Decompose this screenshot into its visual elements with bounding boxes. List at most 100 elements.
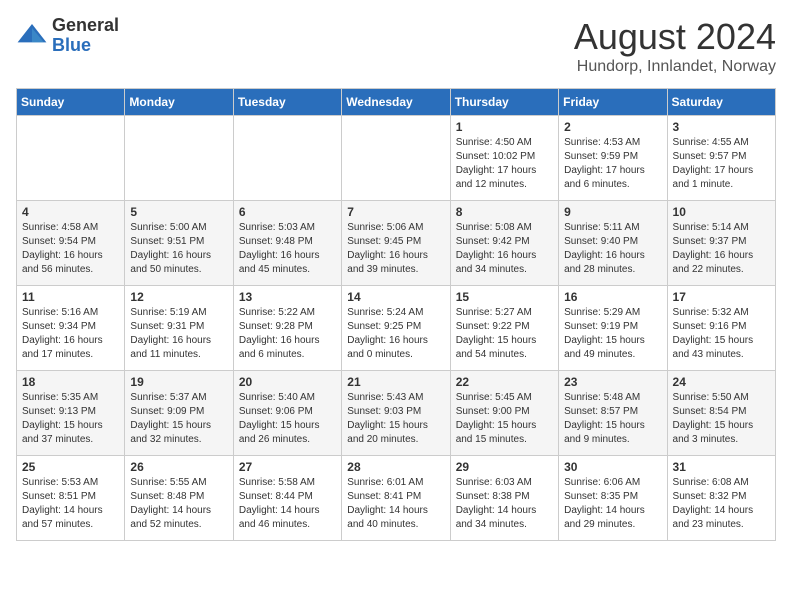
calendar-day-31: 31 Sunrise: 6:08 AM Sunset: 8:32 PM Dayli… (667, 456, 775, 541)
day-info: Sunrise: 6:03 AM Sunset: 8:38 PM Dayligh… (456, 476, 553, 532)
logo: General Blue (16, 16, 119, 56)
day-number: 6 (239, 205, 336, 219)
calendar-day-16: 16 Sunrise: 5:29 AM Sunset: 9:19 PM Dayli… (559, 286, 667, 371)
weekday-header-wednesday: Wednesday (342, 89, 450, 116)
calendar-day-9: 9Sunrise: 5:11 AM Sunset: 9:40 PM Daylig… (559, 201, 667, 286)
weekday-header-thursday: Thursday (450, 89, 558, 116)
calendar-week-row-3: 11Sunrise: 5:16 AM Sunset: 9:34 PM Dayli… (17, 286, 776, 371)
day-info: Sunrise: 4:55 AM Sunset: 9:57 PM Dayligh… (673, 136, 770, 192)
calendar-week-row-1: 1 Sunrise: 4:50 AM Sunset: 10:02 PM Dayli… (17, 116, 776, 201)
calendar-day-5: 5 Sunrise: 5:00 AM Sunset: 9:51 PM Daylig… (125, 201, 233, 286)
calendar-day-empty (342, 116, 450, 201)
day-number: 20 (239, 375, 336, 389)
day-info: Sunrise: 5:37 AM Sunset: 9:09 PM Dayligh… (130, 391, 227, 447)
day-info: Sunrise: 5:43 AM Sunset: 9:03 PM Dayligh… (347, 391, 444, 447)
calendar-day-11: 11Sunrise: 5:16 AM Sunset: 9:34 PM Dayli… (17, 286, 125, 371)
page-header: General Blue August 2024 Hundorp, Innlan… (16, 16, 776, 76)
day-info: Sunrise: 5:11 AM Sunset: 9:40 PM Dayligh… (564, 221, 661, 277)
calendar-day-18: 18Sunrise: 5:35 AM Sunset: 9:13 PM Dayli… (17, 371, 125, 456)
day-info: Sunrise: 5:58 AM Sunset: 8:44 PM Dayligh… (239, 476, 336, 532)
calendar-day-3: 3 Sunrise: 4:55 AM Sunset: 9:57 PM Daylig… (667, 116, 775, 201)
day-info: Sunrise: 5:29 AM Sunset: 9:19 PM Dayligh… (564, 306, 661, 362)
day-number: 15 (456, 290, 553, 304)
day-number: 30 (564, 460, 661, 474)
day-number: 27 (239, 460, 336, 474)
title-block: August 2024 Hundorp, Innlandet, Norway (574, 16, 776, 76)
day-info: Sunrise: 5:19 AM Sunset: 9:31 PM Dayligh… (130, 306, 227, 362)
day-info: Sunrise: 5:00 AM Sunset: 9:51 PM Dayligh… (130, 221, 227, 277)
day-info: Sunrise: 5:24 AM Sunset: 9:25 PM Dayligh… (347, 306, 444, 362)
calendar-day-30: 30 Sunrise: 6:06 AM Sunset: 8:35 PM Dayli… (559, 456, 667, 541)
calendar-week-row-2: 4Sunrise: 4:58 AM Sunset: 9:54 PM Daylig… (17, 201, 776, 286)
calendar-day-28: 28Sunrise: 6:01 AM Sunset: 8:41 PM Dayli… (342, 456, 450, 541)
calendar-day-25: 25Sunrise: 5:53 AM Sunset: 8:51 PM Dayli… (17, 456, 125, 541)
day-number: 25 (22, 460, 119, 474)
calendar-day-2: 2 Sunrise: 4:53 AM Sunset: 9:59 PM Daylig… (559, 116, 667, 201)
location-subtitle: Hundorp, Innlandet, Norway (574, 58, 776, 76)
day-number: 19 (130, 375, 227, 389)
day-info: Sunrise: 5:27 AM Sunset: 9:22 PM Dayligh… (456, 306, 553, 362)
day-info: Sunrise: 5:40 AM Sunset: 9:06 PM Dayligh… (239, 391, 336, 447)
day-number: 28 (347, 460, 444, 474)
logo-general-text: General (52, 15, 119, 35)
day-info: Sunrise: 5:45 AM Sunset: 9:00 PM Dayligh… (456, 391, 553, 447)
day-number: 12 (130, 290, 227, 304)
weekday-header-tuesday: Tuesday (233, 89, 341, 116)
weekday-header-saturday: Saturday (667, 89, 775, 116)
calendar-week-row-4: 18Sunrise: 5:35 AM Sunset: 9:13 PM Dayli… (17, 371, 776, 456)
day-info: Sunrise: 5:50 AM Sunset: 8:54 PM Dayligh… (673, 391, 770, 447)
calendar-day-29: 29 Sunrise: 6:03 AM Sunset: 8:38 PM Dayli… (450, 456, 558, 541)
calendar-day-4: 4Sunrise: 4:58 AM Sunset: 9:54 PM Daylig… (17, 201, 125, 286)
day-number: 10 (673, 205, 770, 219)
calendar-day-8: 8 Sunrise: 5:08 AM Sunset: 9:42 PM Daylig… (450, 201, 558, 286)
day-number: 31 (673, 460, 770, 474)
calendar-day-26: 26 Sunrise: 5:55 AM Sunset: 8:48 PM Dayli… (125, 456, 233, 541)
day-number: 3 (673, 120, 770, 134)
calendar-day-19: 19 Sunrise: 5:37 AM Sunset: 9:09 PM Dayli… (125, 371, 233, 456)
day-info: Sunrise: 5:22 AM Sunset: 9:28 PM Dayligh… (239, 306, 336, 362)
month-year-title: August 2024 (574, 16, 776, 58)
day-info: Sunrise: 4:50 AM Sunset: 10:02 PM Daylig… (456, 136, 553, 192)
day-number: 14 (347, 290, 444, 304)
calendar-table: SundayMondayTuesdayWednesdayThursdayFrid… (16, 88, 776, 541)
weekday-header-friday: Friday (559, 89, 667, 116)
calendar-day-empty (233, 116, 341, 201)
calendar-week-row-5: 25Sunrise: 5:53 AM Sunset: 8:51 PM Dayli… (17, 456, 776, 541)
calendar-day-6: 6Sunrise: 5:03 AM Sunset: 9:48 PM Daylig… (233, 201, 341, 286)
day-info: Sunrise: 5:06 AM Sunset: 9:45 PM Dayligh… (347, 221, 444, 277)
day-info: Sunrise: 5:14 AM Sunset: 9:37 PM Dayligh… (673, 221, 770, 277)
calendar-day-1: 1 Sunrise: 4:50 AM Sunset: 10:02 PM Dayli… (450, 116, 558, 201)
day-info: Sunrise: 5:55 AM Sunset: 8:48 PM Dayligh… (130, 476, 227, 532)
day-number: 23 (564, 375, 661, 389)
logo-blue-text: Blue (52, 35, 91, 55)
day-number: 13 (239, 290, 336, 304)
day-info: Sunrise: 4:53 AM Sunset: 9:59 PM Dayligh… (564, 136, 661, 192)
day-info: Sunrise: 5:32 AM Sunset: 9:16 PM Dayligh… (673, 306, 770, 362)
calendar-day-empty (17, 116, 125, 201)
weekday-header-monday: Monday (125, 89, 233, 116)
day-number: 16 (564, 290, 661, 304)
day-number: 17 (673, 290, 770, 304)
day-info: Sunrise: 6:08 AM Sunset: 8:32 PM Dayligh… (673, 476, 770, 532)
day-info: Sunrise: 6:06 AM Sunset: 8:35 PM Dayligh… (564, 476, 661, 532)
day-number: 5 (130, 205, 227, 219)
day-number: 21 (347, 375, 444, 389)
weekday-header-sunday: Sunday (17, 89, 125, 116)
day-number: 2 (564, 120, 661, 134)
day-number: 29 (456, 460, 553, 474)
day-info: Sunrise: 5:08 AM Sunset: 9:42 PM Dayligh… (456, 221, 553, 277)
calendar-day-17: 17 Sunrise: 5:32 AM Sunset: 9:16 PM Dayli… (667, 286, 775, 371)
calendar-day-13: 13 Sunrise: 5:22 AM Sunset: 9:28 PM Dayli… (233, 286, 341, 371)
day-number: 11 (22, 290, 119, 304)
day-number: 26 (130, 460, 227, 474)
day-number: 4 (22, 205, 119, 219)
day-number: 8 (456, 205, 553, 219)
calendar-day-10: 10 Sunrise: 5:14 AM Sunset: 9:37 PM Dayli… (667, 201, 775, 286)
logo-icon (16, 20, 48, 52)
calendar-day-7: 7 Sunrise: 5:06 AM Sunset: 9:45 PM Daylig… (342, 201, 450, 286)
day-number: 7 (347, 205, 444, 219)
day-number: 1 (456, 120, 553, 134)
calendar-day-12: 12 Sunrise: 5:19 AM Sunset: 9:31 PM Dayli… (125, 286, 233, 371)
calendar-day-20: 20 Sunrise: 5:40 AM Sunset: 9:06 PM Dayli… (233, 371, 341, 456)
day-info: Sunrise: 5:35 AM Sunset: 9:13 PM Dayligh… (22, 391, 119, 447)
